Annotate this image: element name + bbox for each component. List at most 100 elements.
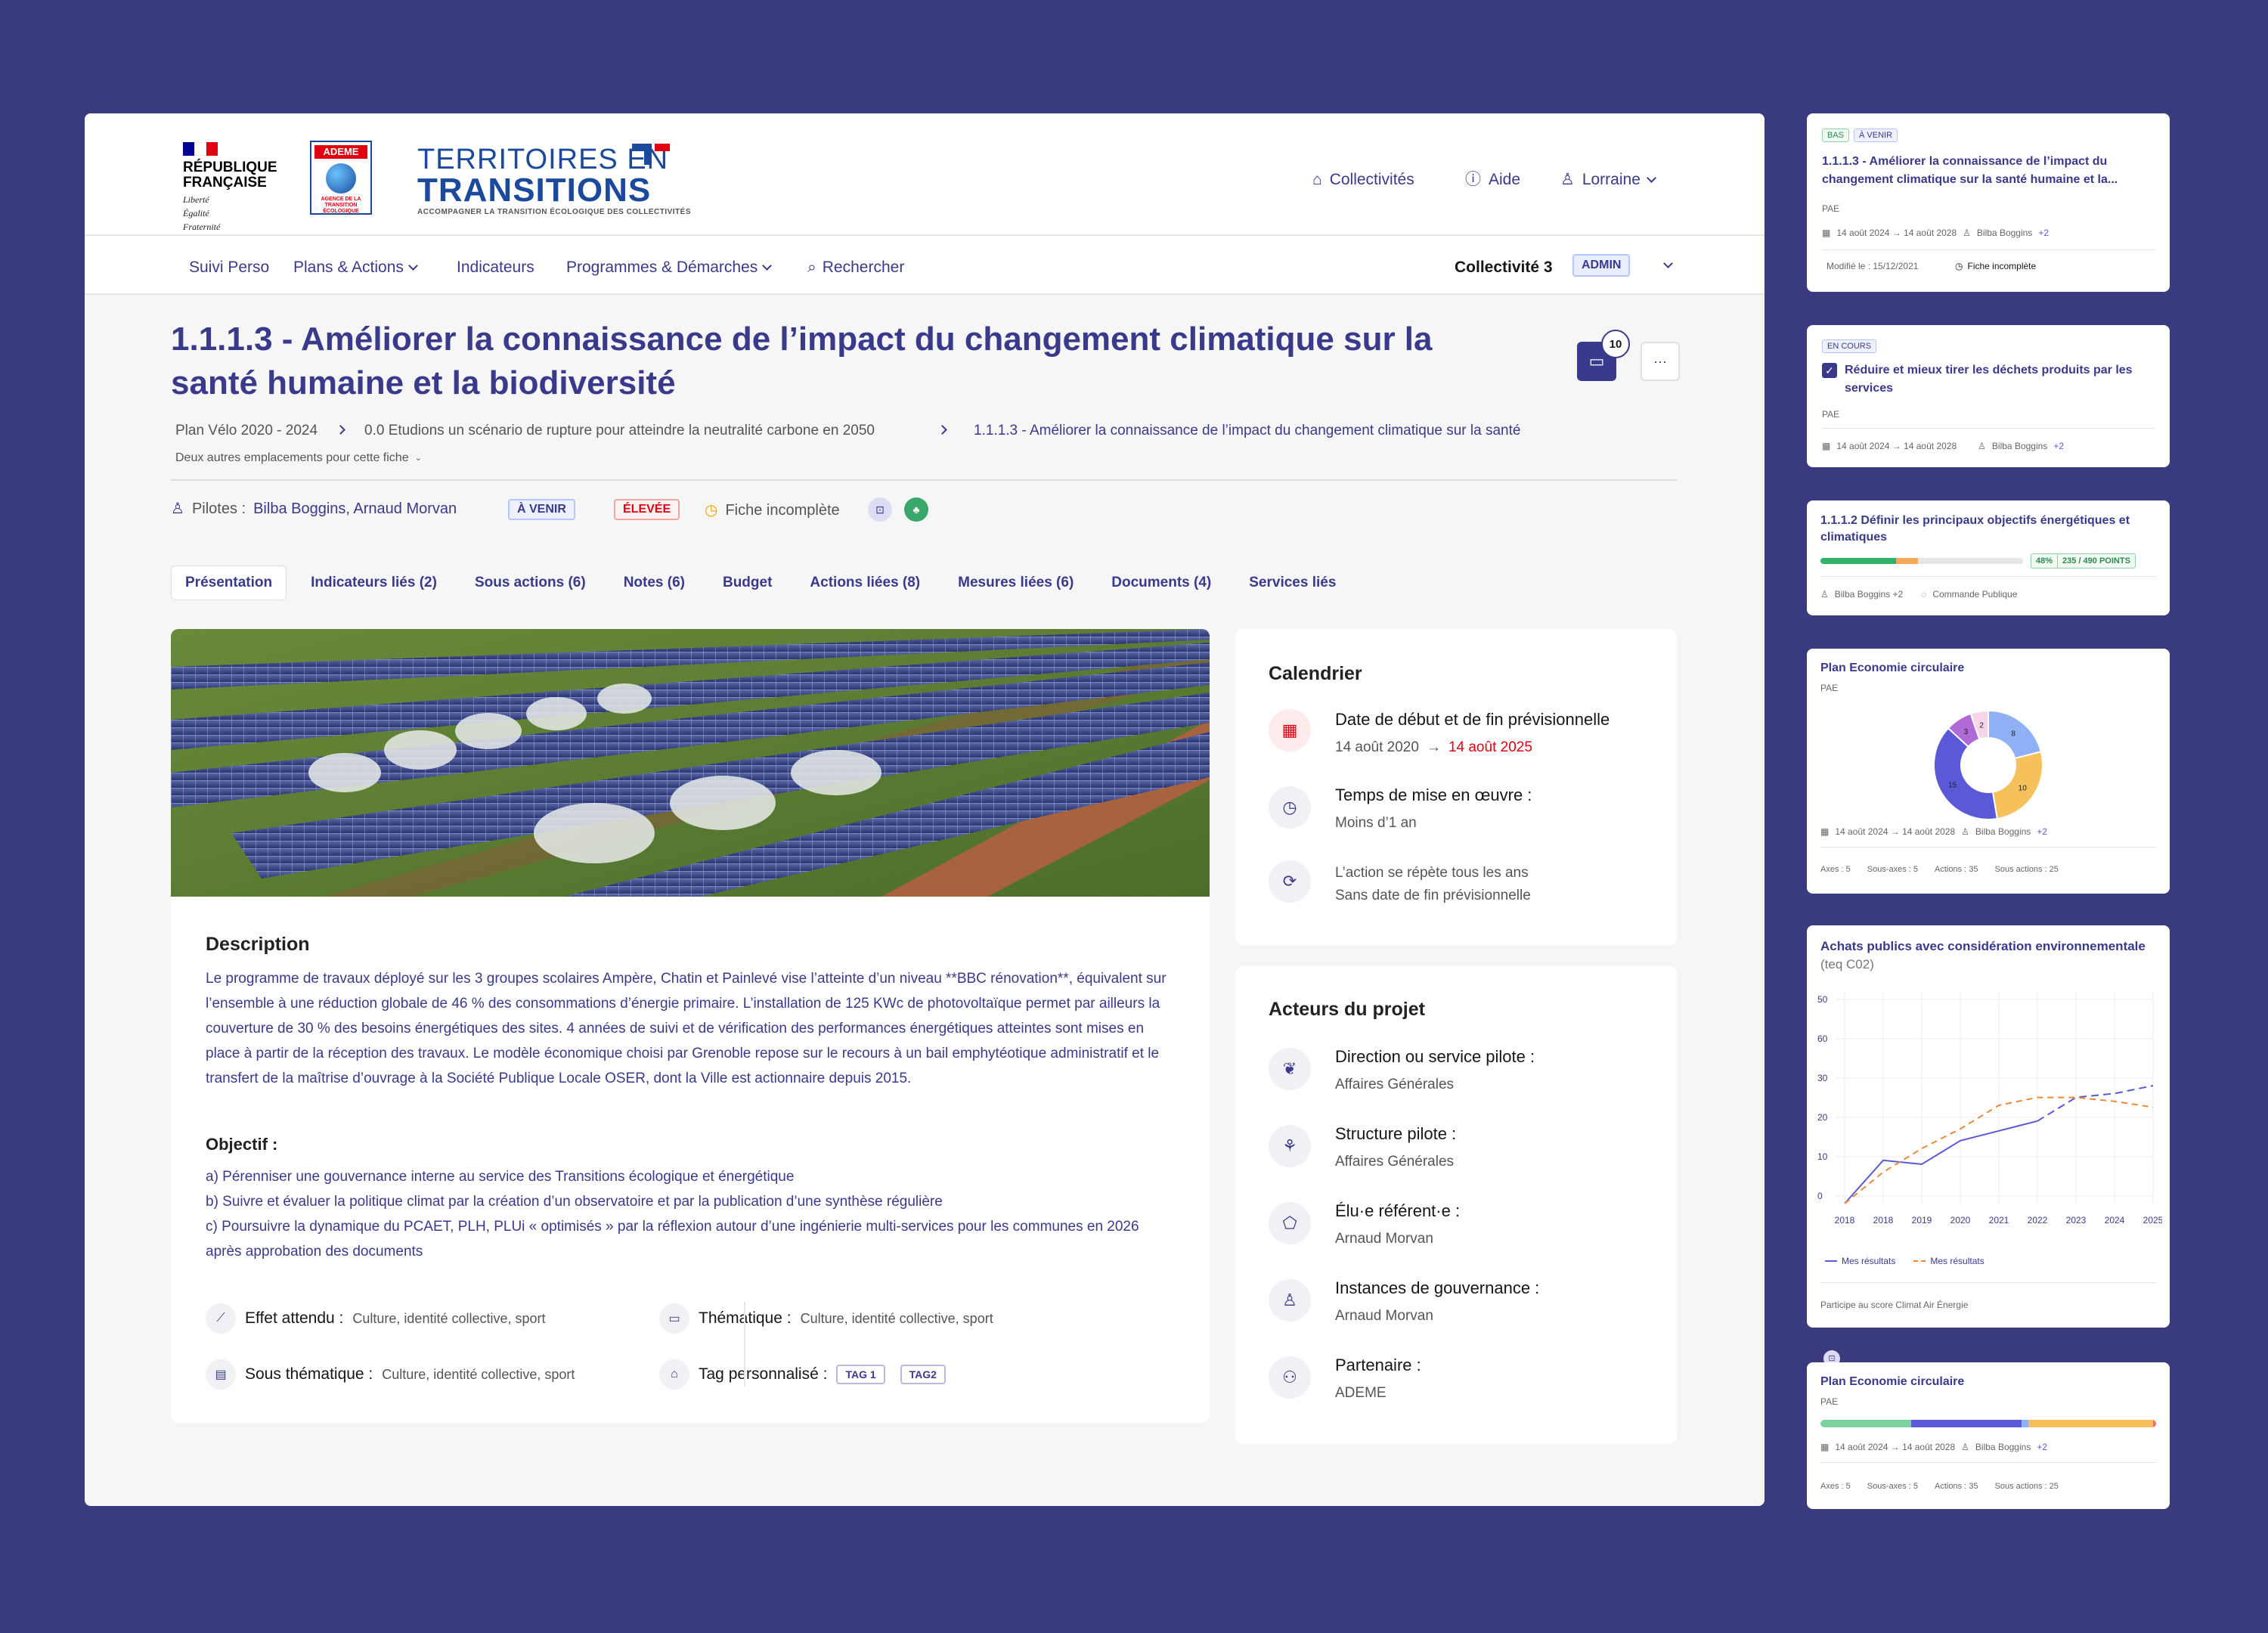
tag-chip[interactable]: TAG2	[900, 1365, 946, 1384]
lock-icon: ⊡	[868, 497, 892, 522]
incomplete-indicator: ◷ Fiche incomplète	[1955, 261, 2037, 271]
action-score-card[interactable]: 1.1.1.2 Définir les principaux objectifs…	[1807, 500, 2170, 615]
checkbox[interactable]: ✓	[1822, 363, 1837, 378]
calendar-icon: ▦	[1269, 709, 1311, 751]
aide-link[interactable]: ⓘ Aide	[1465, 171, 1520, 189]
x-tick-label: 2020	[1950, 1215, 1971, 1226]
breadcrumb-separator-icon	[937, 423, 947, 437]
objectif-title: Objectif :	[206, 1135, 278, 1154]
y-tick-label: 20	[1817, 1112, 1828, 1123]
tab-bar: Présentation Indicateurs liés (2) Sous a…	[171, 566, 1360, 600]
dates-value: 14 août 2020 → 14 août 2025	[1335, 738, 1532, 758]
fiche-card[interactable]: EN COURS ✓ Réduire et mieux tirer les dé…	[1807, 325, 2170, 467]
plan-card[interactable]: Plan Economie circulaire PAE ▦ 14 août 20…	[1807, 1362, 2170, 1509]
breadcrumb-separator-icon	[336, 423, 345, 437]
acteur-value: Affaires Générales	[1335, 1154, 1455, 1170]
user-menu[interactable]: ♙ Lorraine	[1560, 171, 1656, 189]
calendar-icon: ▦	[1822, 228, 1831, 238]
fiche-card[interactable]: BAS À VENIR 1.1.1.3 - Améliorer la conna…	[1807, 113, 2170, 292]
donut-slice-label: 15	[1948, 782, 1957, 790]
clock-icon: ◷	[1269, 786, 1311, 829]
france-map-icon: ⬠	[1269, 1202, 1311, 1244]
territoires-en-transitions-logo[interactable]: TERRITOIRES EN TRANSITIONS ACCOMPAGNER L…	[417, 144, 691, 218]
plan-meta: ▦ 14 août 2024 → 14 août 2028 ♙ Bilba Bogg…	[1820, 1442, 2047, 1452]
collectivite-name: Collectivité 3	[1455, 259, 1553, 276]
divider	[1820, 1462, 2156, 1463]
progress-bar	[1820, 558, 2023, 564]
fiche-title: 1.1.1.3 - Améliorer la connaissance de l…	[1822, 155, 2118, 186]
user-icon: ♙	[1963, 228, 1971, 238]
plan-label: PAE	[1820, 1396, 1839, 1407]
seedling-icon: ⚘	[1269, 1125, 1311, 1167]
user-icon: ♙	[171, 500, 184, 517]
leaf-icon: ❦	[1269, 1048, 1311, 1090]
other-locations-toggle[interactable]: Deux autres emplacements pour cette fich…	[175, 451, 422, 466]
tab-sous-actions[interactable]: Sous actions (6)	[461, 566, 600, 600]
chevron-down-icon	[762, 260, 773, 271]
status-badge: EN COURS	[1822, 339, 1877, 353]
search-button[interactable]: ⌕ Rechercher	[807, 259, 904, 277]
x-tick-label: 2024	[2105, 1215, 2125, 1226]
line-chart: 50 60 30 20 10 0 2018 2018 2019 2020 2021 2022 2023 2…	[1817, 992, 2162, 1226]
y-tick-label: 0	[1817, 1191, 1823, 1201]
fiche-meta: ▦ 14 août 2024 → 14 août 2028 ♙ Bilba Bogg…	[1822, 228, 2049, 238]
calendar-icon: ▦	[1820, 826, 1830, 837]
collectivite-dropdown[interactable]	[1663, 257, 1673, 271]
x-tick-label: 2022	[2028, 1215, 2048, 1226]
indicator-title: Achats publics avec considération enviro…	[1820, 939, 2146, 971]
more-options-button[interactable]: ···	[1641, 342, 1680, 381]
plan-title: Plan Economie circulaire	[1820, 1375, 1965, 1388]
tab-indicateurs[interactable]: Indicateurs liés (2)	[297, 566, 451, 600]
nav-programmes[interactable]: Programmes & Démarches	[566, 259, 773, 277]
tab-presentation[interactable]: Présentation	[171, 566, 287, 600]
plan-label: PAE	[1822, 203, 1840, 214]
chart-icon: ⟋	[206, 1303, 236, 1334]
nav-suivi-perso[interactable]: Suivi Perso	[189, 259, 269, 277]
folder-icon: ▭	[659, 1303, 689, 1334]
main-window: RÉPUBLIQUE FRANÇAISE Liberté Égalité Fra…	[85, 113, 1765, 1506]
collectivites-link[interactable]: ⌂ Collectivités	[1312, 171, 1414, 189]
acteur-label: Instances de gouvernance :	[1335, 1278, 1540, 1297]
temps-label: Temps de mise en œuvre :	[1335, 786, 1532, 804]
tab-mesures-liees[interactable]: Mesures liées (6)	[944, 566, 1087, 600]
role-badge: ADMIN	[1572, 254, 1631, 277]
action-meta: ♙ Bilba Boggins +2 ◌ Commande Publique	[1820, 589, 2018, 600]
chart-legend: Mes résultats Mes résultats	[1825, 1255, 1984, 1267]
search-icon: ⌕	[807, 259, 816, 276]
priority-badge: ÉLEVÉE	[614, 499, 680, 520]
solar-farm-photo	[171, 629, 1210, 897]
series-line-projection	[2037, 1085, 2154, 1122]
tab-services-lies[interactable]: Services liés	[1235, 566, 1349, 600]
nav-plans-actions[interactable]: Plans & Actions	[293, 259, 418, 277]
status-distribution-bar	[1820, 1420, 2156, 1427]
acteur-label: Élu·e référent·e :	[1335, 1201, 1461, 1220]
breadcrumb-item[interactable]: Plan Vélo 2020 - 2024	[175, 422, 318, 440]
acteur-label: Partenaire :	[1335, 1356, 1421, 1374]
acteur-label: Structure pilote :	[1335, 1124, 1457, 1143]
x-tick-label: 2023	[2066, 1215, 2087, 1226]
tab-actions-liees[interactable]: Actions liées (8)	[796, 566, 934, 600]
tab-budget[interactable]: Budget	[709, 566, 785, 600]
tag-chip[interactable]: TAG 1	[836, 1365, 885, 1384]
help-icon: ⓘ	[1465, 171, 1481, 188]
objectif-item: c) Poursuivre la dynamique du PCAET, PLH…	[206, 1219, 1139, 1260]
objectif-item: b) Suivre et évaluer la politique climat…	[206, 1194, 943, 1210]
divider	[1822, 249, 2155, 250]
acteur-value: Affaires Générales	[1335, 1077, 1455, 1092]
fiche-title: Réduire et mieux tirer les déchets produ…	[1845, 364, 2133, 395]
tag-icon: ◌	[1921, 589, 1927, 600]
pilotes-row: ♙ Pilotes : Bilba Boggins, Arnaud Morvan	[171, 500, 457, 517]
tab-documents[interactable]: Documents (4)	[1098, 566, 1225, 600]
republique-francaise-logo: RÉPUBLIQUE FRANÇAISE Liberté Égalité Fra…	[183, 142, 277, 231]
indicator-card[interactable]: Achats publics avec considération enviro…	[1807, 925, 2170, 1328]
user-icon: ♙	[1961, 1442, 1969, 1452]
ademe-logo: ADEME AGENCE DE LA TRANSITION ÉCOLOGIQUE	[310, 141, 372, 215]
plan-card[interactable]: Plan Economie circulaire PAE 8 10 15 3 2 ▦ 14…	[1807, 649, 2170, 894]
breadcrumb-item[interactable]: 0.0 Etudions un scénario de rupture pour…	[364, 422, 875, 440]
calendar-title: Calendrier	[1269, 663, 1362, 684]
arrow-right-icon: →	[1426, 739, 1441, 755]
calendar-icon: ▦	[1822, 441, 1831, 451]
tab-notes[interactable]: Notes (6)	[610, 566, 699, 600]
nav-indicateurs[interactable]: Indicateurs	[457, 259, 534, 277]
dates-label: Date de début et de fin prévisionnelle	[1335, 710, 1610, 729]
